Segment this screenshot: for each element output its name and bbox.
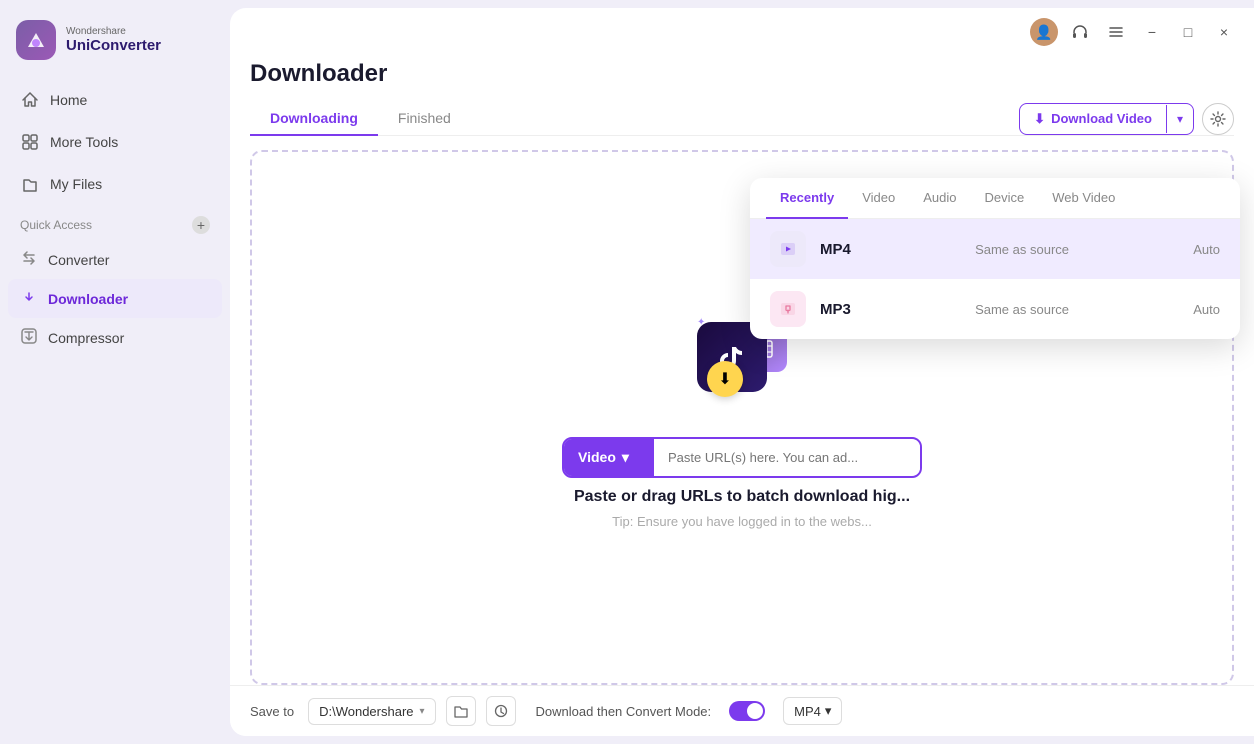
popup-tab-device[interactable]: Device [970, 178, 1038, 219]
app-logo-icon [16, 20, 56, 60]
sidebar-nav: Home More Tools My Files [0, 80, 230, 204]
quick-access-header: Quick Access + [0, 204, 230, 240]
format-value: MP4 [794, 704, 821, 719]
popup-tab-audio[interactable]: Audio [909, 178, 970, 219]
settings-btn[interactable] [1202, 103, 1234, 135]
converter-icon [20, 249, 38, 270]
url-input[interactable] [654, 440, 920, 475]
popup-tabs: Recently Video Audio Device Web Video [750, 178, 1240, 219]
sidebar-item-home[interactable]: Home [8, 80, 222, 120]
sidebar-item-my-files[interactable]: My Files [8, 164, 222, 204]
convert-mode-label: Download then Convert Mode: [536, 704, 712, 719]
save-to-label: Save to [250, 704, 294, 719]
sidebar-item-downloader[interactable]: Downloader [8, 279, 222, 318]
bottom-bar: Save to D:\Wondershare ▾ Download then C… [230, 685, 1254, 736]
download-video-btn[interactable]: ⬇ Download Video ▾ [1019, 103, 1194, 135]
logo-brand: Wondershare [66, 26, 161, 37]
home-icon [20, 90, 40, 110]
sidebar-item-converter[interactable]: Converter [8, 240, 222, 279]
content-area: Downloader Downloading Finished ⬇ Downlo… [230, 50, 1254, 685]
mp4-format-name: MP4 [820, 241, 851, 258]
drop-tip: Tip: Ensure you have logged in to the we… [612, 514, 872, 529]
mp3-source: Same as source [865, 302, 1179, 317]
format-popup: Recently Video Audio Device Web Video MP… [750, 178, 1240, 339]
download-btn-arrow[interactable]: ▾ [1166, 105, 1193, 133]
chevron-down-icon: ▾ [1177, 112, 1183, 126]
mp4-source: Same as source [865, 242, 1179, 257]
sidebar-item-converter-label: Converter [48, 252, 109, 268]
download-btn-label: Download Video [1051, 111, 1152, 126]
folder-open-btn[interactable] [446, 696, 476, 726]
save-path-chevron-icon: ▾ [420, 706, 425, 717]
mp3-quality: Auto [1193, 302, 1220, 317]
mp3-format-name: MP3 [820, 301, 851, 318]
popup-tab-web-video[interactable]: Web Video [1038, 178, 1129, 219]
more-tools-icon [20, 132, 40, 152]
drop-title: Paste or drag URLs to batch download hig… [574, 488, 910, 506]
compressor-icon [20, 327, 38, 348]
sidebar-item-compressor-label: Compressor [48, 330, 124, 346]
close-btn[interactable]: × [1210, 18, 1238, 46]
sidebar-item-compressor[interactable]: Compressor [8, 318, 222, 357]
tab-finished[interactable]: Finished [378, 102, 471, 136]
downloader-icon [20, 288, 38, 309]
minimize-btn[interactable]: − [1138, 18, 1166, 46]
headset-btn[interactable] [1066, 18, 1094, 46]
url-type-btn[interactable]: Video ▾ [564, 439, 654, 476]
sidebar-item-home-label: Home [50, 92, 87, 108]
quick-access-label: Quick Access [20, 218, 92, 232]
tab-actions: ⬇ Download Video ▾ [1019, 103, 1234, 135]
save-path-value: D:\Wondershare [319, 704, 413, 719]
menu-btn[interactable] [1102, 18, 1130, 46]
mp3-icon [770, 291, 806, 327]
format-item-mp4[interactable]: MP4 Same as source Auto [750, 219, 1240, 279]
logo-text: Wondershare UniConverter [66, 26, 161, 54]
tabs-row: Downloading Finished ⬇ Download Video ▾ [250, 102, 1234, 136]
page-title: Downloader [250, 50, 1234, 102]
download-btn-main[interactable]: ⬇ Download Video [1020, 104, 1166, 134]
logo-name: UniConverter [66, 37, 161, 54]
download-arrow-icon: ⬇ [707, 361, 743, 397]
title-bar: 👤 − □ × [230, 8, 1254, 50]
sidebar-item-downloader-label: Downloader [48, 291, 128, 307]
url-type-label: Video [578, 449, 616, 465]
mp4-quality: Auto [1193, 242, 1220, 257]
url-input-row[interactable]: Video ▾ [562, 437, 922, 478]
url-type-chevron-icon: ▾ [622, 449, 629, 466]
logo-area: Wondershare UniConverter [0, 12, 230, 80]
user-avatar[interactable]: 👤 [1030, 18, 1058, 46]
main-content: 👤 − □ × Downloader Downloading Fin [230, 8, 1254, 736]
download-icon: ⬇ [1034, 111, 1045, 127]
my-files-icon [20, 174, 40, 194]
sidebar: Wondershare UniConverter Home [0, 0, 230, 744]
maximize-btn[interactable]: □ [1174, 18, 1202, 46]
convert-mode-toggle[interactable] [729, 701, 765, 721]
tab-downloading[interactable]: Downloading [250, 102, 378, 136]
sidebar-item-more-tools[interactable]: More Tools [8, 122, 222, 162]
format-chevron-icon: ▾ [825, 703, 832, 719]
format-selector[interactable]: MP4 ▾ [783, 697, 842, 725]
sidebar-item-more-tools-label: More Tools [50, 134, 118, 150]
popup-tab-recently[interactable]: Recently [766, 178, 848, 219]
quick-access-add-btn[interactable]: + [192, 216, 210, 234]
save-to-path[interactable]: D:\Wondershare ▾ [308, 698, 435, 725]
format-item-mp3[interactable]: MP3 Same as source Auto [750, 279, 1240, 339]
history-btn[interactable] [486, 696, 516, 726]
popup-tab-video[interactable]: Video [848, 178, 909, 219]
sidebar-item-my-files-label: My Files [50, 176, 102, 192]
title-bar-icons: 👤 − □ × [1030, 18, 1238, 46]
mp4-icon [770, 231, 806, 267]
